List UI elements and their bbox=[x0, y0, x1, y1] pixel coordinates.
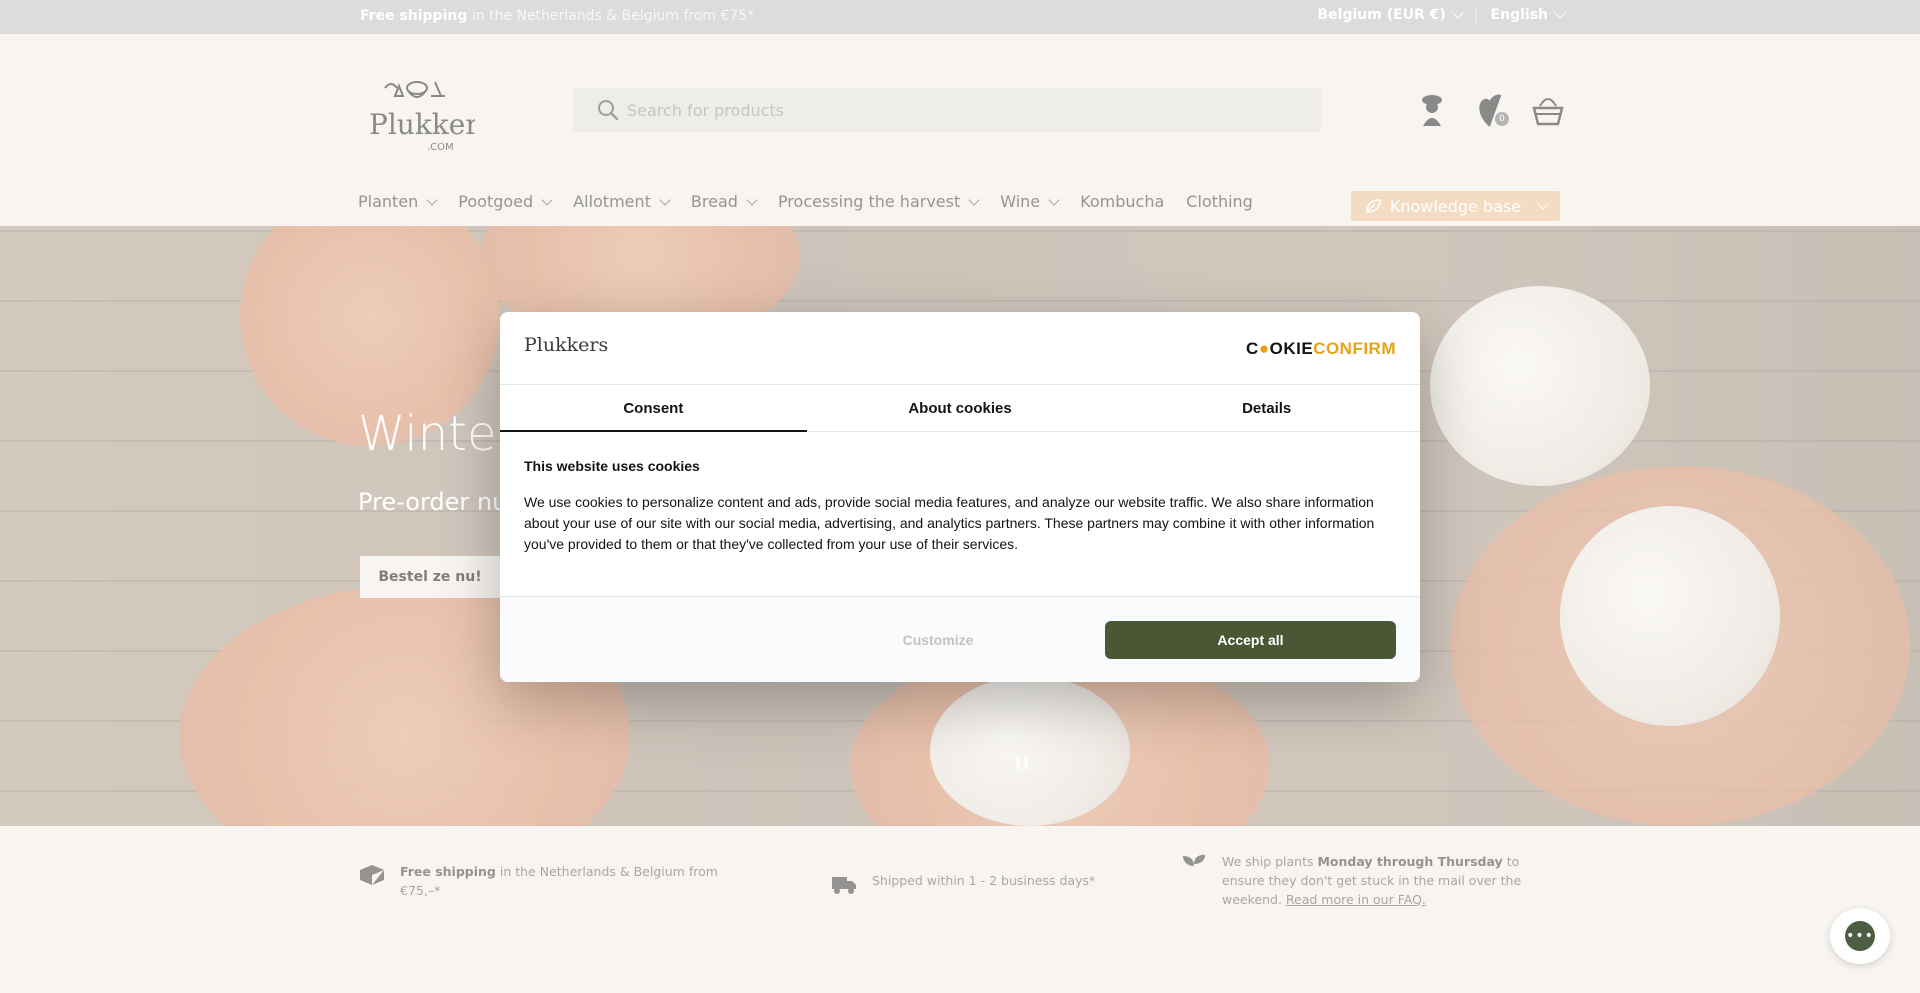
cookie-consent-dialog: Plukkers C●OKIECONFIRM Consent About coo… bbox=[500, 312, 1420, 682]
tab-details[interactable]: Details bbox=[1113, 385, 1420, 431]
tab-about-cookies[interactable]: About cookies bbox=[807, 385, 1114, 431]
dialog-body: This website uses cookies We use cookies… bbox=[500, 432, 1420, 594]
chat-widget-button[interactable]: ••• bbox=[1830, 908, 1890, 964]
dialog-brand-logo: Plukkers bbox=[524, 334, 609, 356]
tab-consent[interactable]: Consent bbox=[500, 385, 807, 432]
accept-all-button[interactable]: Accept all bbox=[1105, 621, 1396, 659]
cookieconfirm-logo: C●OKIECONFIRM bbox=[1246, 339, 1396, 358]
dialog-footer: Customize Accept all bbox=[500, 596, 1420, 682]
dialog-tabs: Consent About cookies Details bbox=[500, 385, 1420, 432]
dialog-heading: This website uses cookies bbox=[524, 458, 700, 474]
chat-icon: ••• bbox=[1845, 921, 1875, 951]
dialog-header: Plukkers C●OKIECONFIRM bbox=[500, 312, 1420, 385]
customize-button[interactable]: Customize bbox=[792, 621, 1084, 659]
dialog-description: We use cookies to personalize content an… bbox=[524, 494, 1375, 552]
